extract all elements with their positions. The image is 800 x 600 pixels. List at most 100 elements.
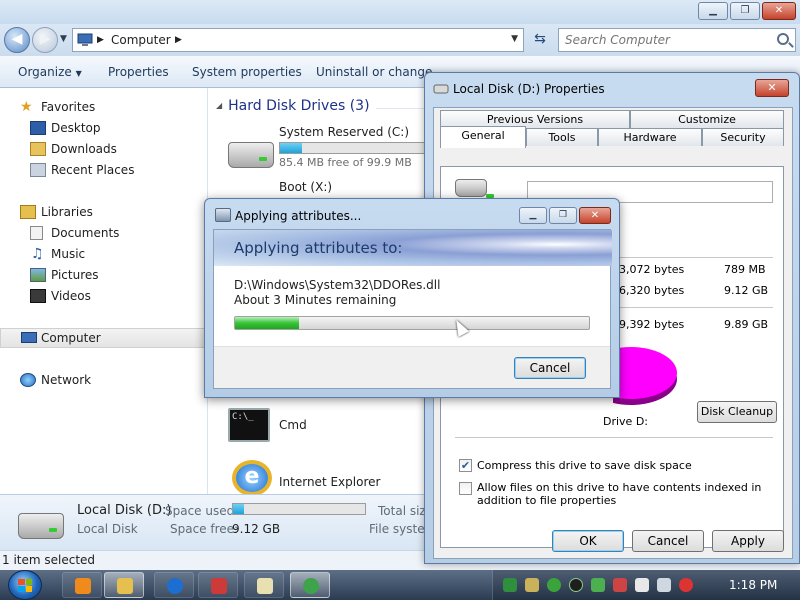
- folder-icon: [117, 578, 133, 594]
- properties-button[interactable]: Properties: [108, 65, 169, 79]
- tray-icon[interactable]: [525, 578, 539, 592]
- nav-computer[interactable]: Computer: [0, 328, 208, 348]
- nav-label: Pictures: [51, 268, 99, 282]
- space-used-fill: [233, 504, 244, 514]
- computer-icon: [21, 332, 37, 343]
- apply-button[interactable]: Apply: [712, 530, 784, 552]
- address-field[interactable]: ▶ Computer ▶ ▼: [72, 28, 524, 52]
- tray-icon[interactable]: [547, 578, 561, 592]
- breadcrumb-computer[interactable]: Computer: [111, 33, 171, 47]
- compress-label: Compress this drive to save disk space: [477, 459, 692, 472]
- forward-button[interactable]: ▶: [32, 27, 58, 53]
- tab-tools[interactable]: Tools: [526, 128, 598, 146]
- drive-name[interactable]: System Reserved (C:): [279, 125, 409, 139]
- hard-drive-icon: [455, 179, 494, 198]
- hard-drive-icon[interactable]: [228, 142, 274, 168]
- search-input[interactable]: [559, 29, 759, 51]
- address-dropdown-icon[interactable]: ▼: [511, 34, 518, 44]
- nav-videos[interactable]: Videos: [0, 286, 208, 306]
- minimize-button[interactable]: ▁: [698, 2, 728, 20]
- dialog-footer: Cancel: [214, 346, 610, 388]
- tray-icon[interactable]: [591, 578, 605, 592]
- nav-label: Recent Places: [51, 163, 135, 177]
- nav-libraries[interactable]: Libraries: [0, 202, 208, 222]
- nav-pictures[interactable]: Pictures: [0, 265, 208, 285]
- documents-icon: [30, 226, 43, 240]
- progress-fill: [235, 317, 299, 329]
- group-header[interactable]: ◢ Hard Disk Drives (3): [216, 98, 370, 114]
- tray-icon[interactable]: [569, 578, 583, 592]
- nav-music[interactable]: ♫ Music: [0, 244, 208, 264]
- breadcrumb-arrow-icon[interactable]: ▶: [97, 35, 104, 45]
- tab-general[interactable]: General: [440, 126, 526, 148]
- nav-downloads[interactable]: Downloads: [0, 139, 208, 159]
- divider: [455, 437, 773, 438]
- dialog-icon: [215, 208, 231, 222]
- total-size-label: Total siz: [378, 504, 426, 518]
- uninstall-button[interactable]: Uninstall or change: [316, 65, 432, 79]
- breadcrumb-arrow-icon[interactable]: ▶: [175, 35, 182, 45]
- tab-customize[interactable]: Customize: [630, 110, 784, 128]
- taskbar: 1:18 PM: [0, 570, 800, 600]
- nav-documents[interactable]: Documents: [0, 223, 208, 243]
- nav-recent-places[interactable]: Recent Places: [0, 160, 208, 180]
- refresh-icon[interactable]: ⇆: [528, 28, 552, 52]
- capacity-size: 9.89 GB: [724, 318, 769, 331]
- nav-desktop[interactable]: Desktop: [0, 118, 208, 138]
- organize-button[interactable]: Organize ▼: [18, 65, 82, 79]
- tab-security[interactable]: Security: [702, 128, 784, 146]
- volume-muted-icon[interactable]: [679, 578, 693, 592]
- space-used-bar: [232, 503, 366, 515]
- properties-title: Local Disk (D:) Properties: [453, 82, 605, 96]
- back-button[interactable]: ◀: [4, 27, 30, 53]
- explorer-titlebar[interactable]: ▁ ❐ ✕: [0, 0, 800, 24]
- clock[interactable]: 1:18 PM: [729, 578, 777, 592]
- dialog-caption-buttons: ▁ ❐ ✕: [519, 207, 611, 224]
- space-free-label: Space free:: [170, 522, 239, 536]
- taskbar-app-2[interactable]: [244, 572, 284, 598]
- nav-favorites[interactable]: ★ Favorites: [0, 97, 208, 117]
- taskbar-properties[interactable]: [290, 572, 330, 598]
- properties-close-button[interactable]: ✕: [755, 79, 789, 97]
- collapse-triangle-icon[interactable]: ◢: [216, 101, 222, 110]
- maximize-button[interactable]: ❐: [730, 2, 760, 20]
- taskbar-explorer[interactable]: [104, 572, 144, 598]
- ok-button[interactable]: OK: [552, 530, 624, 552]
- taskbar-ie[interactable]: [154, 572, 194, 598]
- nav-label: Favorites: [41, 100, 96, 114]
- taskbar-app-1[interactable]: [198, 572, 238, 598]
- item-name[interactable]: Internet Explorer: [279, 475, 380, 489]
- dialog-banner: Applying attributes to:: [214, 230, 612, 266]
- search-icon[interactable]: [777, 33, 789, 45]
- dialog-title: Applying attributes...: [235, 209, 362, 223]
- search-box[interactable]: [558, 28, 796, 52]
- desktop-icon: [30, 121, 46, 135]
- maximize-button[interactable]: ❐: [549, 207, 577, 224]
- network-tray-icon[interactable]: [657, 578, 671, 592]
- start-button[interactable]: [8, 570, 42, 600]
- index-checkbox[interactable]: [459, 482, 472, 495]
- minimize-button[interactable]: ▁: [519, 207, 547, 224]
- taskbar-media-player[interactable]: [62, 572, 102, 598]
- progress-bar: [234, 316, 590, 330]
- system-properties-button[interactable]: System properties: [192, 65, 302, 79]
- cancel-button[interactable]: Cancel: [632, 530, 704, 552]
- details-type: Local Disk: [77, 522, 138, 536]
- tray-icon[interactable]: [503, 578, 517, 592]
- item-name[interactable]: Cmd: [279, 418, 307, 432]
- ie-icon[interactable]: e: [232, 460, 272, 496]
- action-center-flag-icon[interactable]: [635, 578, 649, 592]
- ie-icon: [167, 578, 183, 594]
- close-button[interactable]: ✕: [579, 207, 611, 224]
- tab-hardware[interactable]: Hardware: [598, 128, 702, 146]
- dialog-body: Applying attributes to: D:\Windows\Syste…: [213, 229, 612, 389]
- cancel-button[interactable]: Cancel: [514, 357, 586, 379]
- drive-name[interactable]: Boot (X:): [279, 180, 332, 194]
- disk-cleanup-button[interactable]: Disk Cleanup: [697, 401, 777, 423]
- recent-pages-dropdown-icon[interactable]: ▼: [60, 34, 67, 44]
- tray-icon[interactable]: [613, 578, 627, 592]
- nav-network[interactable]: Network: [0, 370, 208, 390]
- compress-checkbox[interactable]: ✔: [459, 459, 472, 472]
- close-button[interactable]: ✕: [762, 2, 796, 20]
- cmd-icon[interactable]: C:\_: [228, 408, 270, 442]
